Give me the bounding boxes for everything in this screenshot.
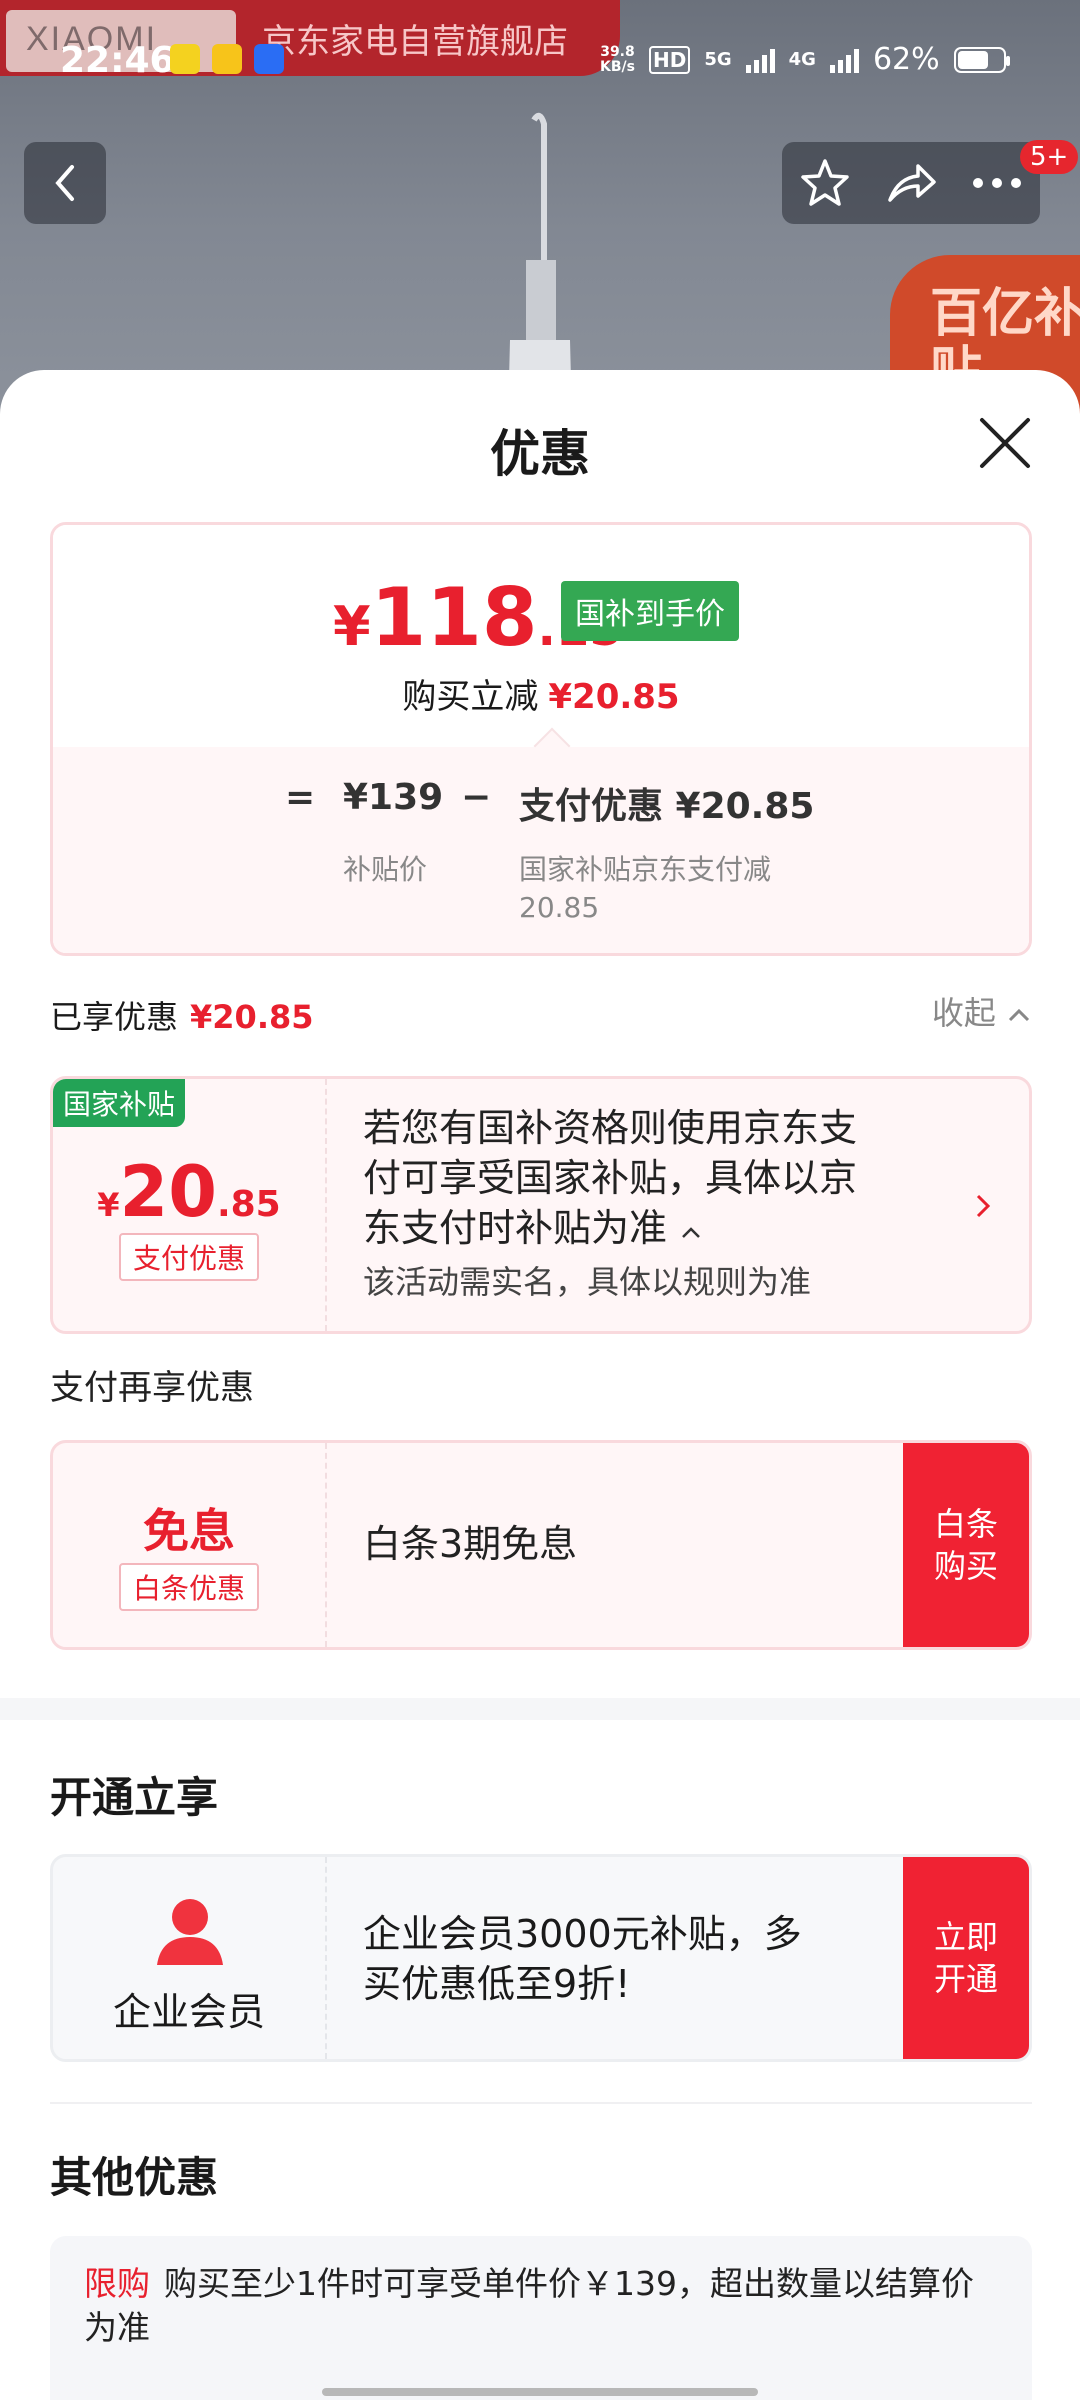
more-icon[interactable] [970,173,1024,193]
baitiao-tag: 白条优惠 [119,1563,259,1611]
pay-discount-desc-line2: 20.85 [519,891,600,924]
network-speed-value: 39.8 [600,43,635,60]
user-icon [157,1899,223,1965]
signal-icon-2 [829,47,859,73]
price-breakdown: = ¥139 补贴价 − 支付优惠 ¥20.85 国家补贴京东支付减 20.85 [53,747,1029,953]
other-section-title: 其他优惠 [50,2153,219,2202]
pay-discount-desc: 国家补贴京东支付减 20.85 [519,851,771,927]
app-notification-icon [170,44,200,74]
baitiao-deal-card[interactable]: 免息 白条优惠 白条3期免息 白条 购买 [50,1440,1032,1650]
gov-deal-text-line1: 若您有国补资格则使用京东支 [363,1106,858,1150]
battery-icon [953,46,1010,73]
status-indicators: 39.8 KB/s HD 5G 4G 62% [600,42,1010,77]
collapse-label: 收起 [931,994,996,1032]
limit-text: 购买至少1件时可享受单件价￥139，超出数量以结算价为准 [84,2264,974,2347]
member-text-line2: 买优惠低至9折! [363,1962,631,2006]
section-divider [0,1698,1080,1720]
open-membership-button[interactable]: 立即 开通 [903,1857,1029,2059]
pay-discount-tag: 支付优惠 [119,1233,259,1281]
gov-subsidy-price-tag: 国补到手价 [561,581,739,641]
sheet-title: 优惠 [490,425,590,483]
subsidy-price-label: 补贴价 [343,853,428,886]
open-membership-line1: 立即 [933,1918,998,1956]
price-summary-card: ¥ 118 .15 国补到手价 购买立减¥20.85 = ¥139 补贴价 − … [50,522,1032,956]
pay-discount: 支付优惠 ¥20.85 [519,786,815,827]
member-description: 企业会员3000元补贴，多 买优惠低至9折! [363,1909,802,2009]
discount-sheet: 优惠 ¥ 118 .15 国补到手价 购买立减¥20.85 = ¥139 补贴价… [0,370,1080,2400]
nav-action-group [782,142,1040,224]
enjoyed-label: 已享优惠 [50,998,179,1036]
sim2-label: 4G [788,49,816,70]
pay-more-label: 支付再享优惠 [50,1368,254,1408]
interest-free-title: 免息 [143,1504,235,1558]
final-price-currency: ¥ [333,595,371,658]
chevron-right-icon[interactable] [973,1191,993,1221]
gov-deal-text-line3-label: 东支付时补贴为准 [363,1206,668,1250]
subsidy-price: ¥139 [343,777,444,818]
signal-icon [745,47,775,73]
instant-discount-label: 购买立减 [402,677,539,717]
gov-deal-text-line3: 东支付时补贴为准 [363,1203,857,1253]
deal-amount-decimal: .85 [216,1184,281,1225]
price-top: ¥ 118 .15 国补到手价 购买立减¥20.85 [53,525,1029,747]
baitiao-amount-panel: 免息 白条优惠 [53,1443,327,1647]
minus-sign: − [461,777,492,818]
gov-subsidy-corner-tag: 国家补贴 [53,1079,186,1127]
baidu-app-icon [254,44,284,74]
instant-discount-line: 购买立减 ¥20.85 [53,669,1029,718]
instant-discount-amount: ¥20.85 [548,677,680,717]
deal-amount-panel: 国家补贴 ¥20.85 支付优惠 [53,1079,327,1331]
status-time: 22:46 [60,40,175,81]
network-speed: 39.8 KB/s [600,43,635,75]
deal-amount-integer: 20 [119,1151,217,1233]
gov-subsidy-deal-card[interactable]: 国家补贴 ¥20.85 支付优惠 若您有国补资格则使用京东支 付可享受国家补贴，… [50,1076,1032,1334]
back-button[interactable] [24,142,106,224]
gov-deal-text-line2: 付可享受国家补贴，具体以京 [363,1156,858,1200]
chevron-up-icon [1008,1008,1030,1022]
open-membership-line2: 开通 [933,1960,998,1998]
enjoyed-discount-row: 已享优惠 ¥20.85 收起 [50,992,1032,1038]
car-app-icon [212,44,242,74]
close-icon[interactable] [976,414,1034,472]
final-price-integer: 118 [370,571,538,664]
chevron-left-icon [55,165,74,201]
baitiao-text: 白条3期免息 [363,1522,578,1566]
home-indicator[interactable] [322,2388,758,2396]
purchase-limit-box: 限购 购买至少1件时可享受单件价￥139，超出数量以结算价为准 [50,2236,1032,2400]
deal-amount-currency: ¥ [97,1186,120,1224]
product-page-background: XIAOMI 京东家电自营旗舰店 22:46 39.8 KB/s HD 5G 4… [0,0,1080,420]
hd-icon: HD [648,45,691,74]
sim1-label: 5G [704,49,732,70]
pay-discount-desc-line1: 国家补贴京东支付减 [519,853,772,886]
limit-tag: 限购 [84,2264,150,2303]
enterprise-member-card[interactable]: 企业会员 企业会员3000元补贴，多 买优惠低至9折! 立即 开通 [50,1854,1032,2062]
gov-deal-description: 若您有国补资格则使用京东支 付可享受国家补贴，具体以京 东支付时补贴为准 [363,1103,857,1253]
network-speed-unit: KB/s [600,58,635,75]
member-label: 企业会员 [112,1990,265,2034]
share-icon[interactable] [884,156,938,210]
divider-line [50,2102,1032,2104]
member-icon-panel: 企业会员 [53,1857,327,2059]
baitiao-buy-button-line1: 白条 [933,1505,998,1543]
collapse-toggle[interactable]: 收起 [932,988,1032,1034]
baitiao-buy-button[interactable]: 白条 购买 [903,1443,1029,1647]
equals-sign: = [285,777,316,818]
member-text-line1: 企业会员3000元补贴，多 [363,1912,802,1956]
deal-amount: ¥20.85 [53,1151,325,1233]
enjoyed-amount: ¥20.85 [190,998,314,1036]
status-bar: 22:46 39.8 KB/s HD 5G 4G 62% [0,30,1080,90]
gov-deal-note: 该活动需实名，具体以规则为准 [363,1263,812,1301]
star-icon[interactable] [798,156,852,210]
chevron-up-small-icon[interactable] [679,1225,703,1241]
open-section-title: 开通立享 [50,1773,219,1822]
baitiao-buy-button-line2: 购买 [933,1547,998,1585]
battery-percent: 62% [872,42,940,77]
status-app-icons [170,44,284,74]
notification-badge: 5+ [1020,140,1079,174]
